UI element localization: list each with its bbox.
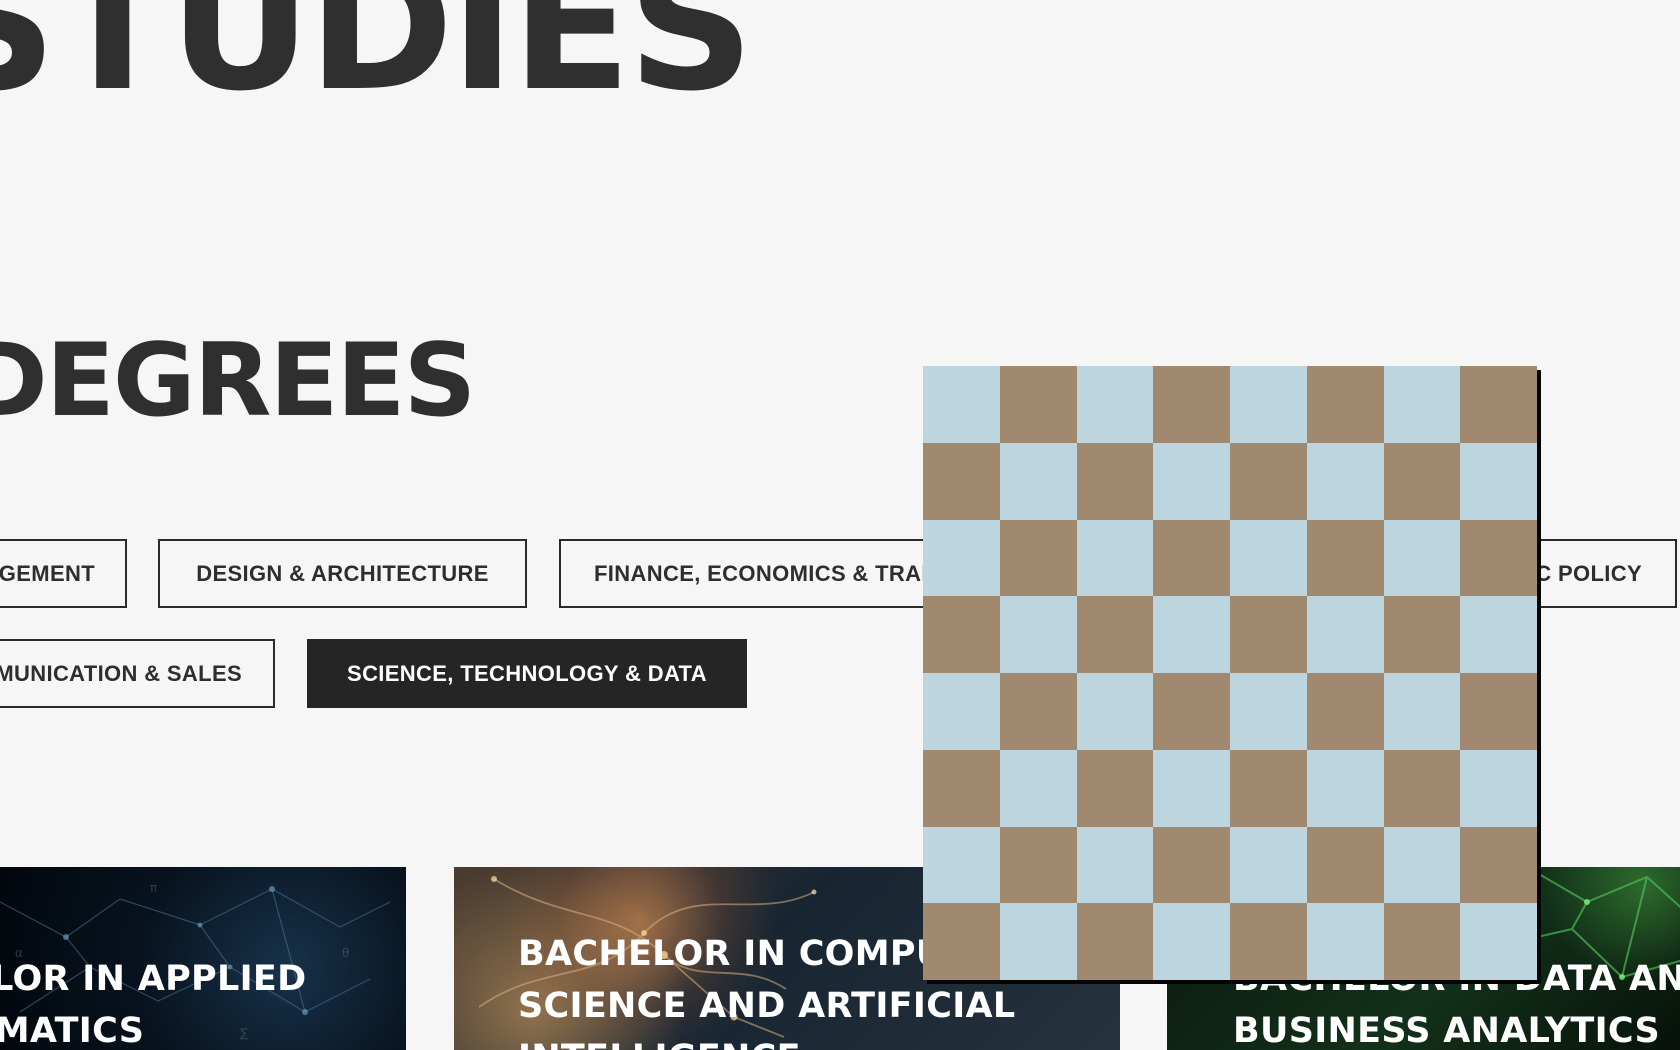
- checker-square: [923, 903, 1000, 980]
- checker-square: [1383, 903, 1461, 980]
- filter-design-architecture[interactable]: DESIGN & ARCHITECTURE: [158, 539, 527, 608]
- filter-science-technology-data[interactable]: SCIENCE, TECHNOLOGY & DATA: [307, 639, 747, 708]
- checker-square: [923, 749, 1000, 827]
- checker-square: [1306, 596, 1384, 673]
- card-title-line: BUSINESS ANALYTICS: [1233, 1011, 1661, 1050]
- checker-square: [1076, 366, 1154, 443]
- filter-communication-sales[interactable]: COMMUNICATION & SALES: [0, 639, 275, 708]
- checker-square: [1153, 673, 1230, 750]
- checker-square: [1460, 596, 1537, 673]
- svg-text:θ: θ: [342, 946, 349, 960]
- card-title-line: INTELLIGENCE: [518, 1038, 801, 1050]
- checker-square: [1383, 749, 1461, 827]
- checker-square: [1306, 366, 1384, 443]
- checker-square: [1153, 366, 1230, 443]
- checker-square: [1306, 673, 1384, 750]
- checker-square: [1306, 826, 1384, 904]
- page-heading: STUDIES: [0, 0, 754, 130]
- checker-square: [1306, 749, 1384, 827]
- degrees-page: STUDIES DEGREES MANAGEMENT DESIGN & ARCH…: [0, 0, 1680, 1050]
- program-card-applied-mathematics[interactable]: π θ ∑ α BACHELOR IN APPLIED MATHEMATICS: [0, 867, 406, 1050]
- checker-square: [1460, 519, 1537, 597]
- checkerboard-pattern: [923, 366, 1537, 980]
- checker-square: [1076, 826, 1154, 904]
- checker-square: [999, 903, 1077, 980]
- checkerboard-overlay: [923, 366, 1537, 980]
- checker-square: [1076, 442, 1154, 520]
- checker-square: [1383, 442, 1461, 520]
- checker-square: [1230, 749, 1307, 827]
- svg-text:π: π: [150, 881, 157, 895]
- checker-square: [1153, 596, 1230, 673]
- checker-square: [999, 519, 1077, 597]
- checker-square: [1460, 903, 1537, 980]
- checker-square: [1383, 366, 1461, 443]
- filter-management[interactable]: MANAGEMENT: [0, 539, 127, 608]
- checker-square: [923, 442, 1000, 520]
- checker-square: [1460, 673, 1537, 750]
- checker-square: [1153, 519, 1230, 597]
- checker-square: [923, 519, 1000, 597]
- checker-square: [1153, 903, 1230, 980]
- program-card-title: BACHELOR IN APPLIED MATHEMATICS: [0, 953, 306, 1050]
- checker-square: [999, 442, 1077, 520]
- checker-square: [1076, 903, 1154, 980]
- card-title-line: MATHEMATICS: [0, 1011, 145, 1050]
- card-title-line: BACHELOR IN APPLIED: [0, 959, 307, 999]
- checker-square: [1076, 673, 1154, 750]
- checker-square: [1076, 749, 1154, 827]
- checker-square: [1230, 442, 1307, 520]
- checker-square: [1230, 673, 1307, 750]
- checker-square: [999, 366, 1077, 443]
- checker-square: [1230, 826, 1307, 904]
- checker-square: [1383, 596, 1461, 673]
- checker-square: [1460, 826, 1537, 904]
- checker-square: [1306, 519, 1384, 597]
- checker-square: [1230, 366, 1307, 443]
- checker-square: [1153, 826, 1230, 904]
- checker-square: [1153, 442, 1230, 520]
- checker-square: [923, 673, 1000, 750]
- checker-square: [1306, 903, 1384, 980]
- checker-square: [923, 826, 1000, 904]
- checker-square: [1460, 442, 1537, 520]
- checker-square: [999, 596, 1077, 673]
- checker-square: [1460, 749, 1537, 827]
- checker-square: [1076, 596, 1154, 673]
- checker-square: [1383, 826, 1461, 904]
- checker-square: [923, 366, 1000, 443]
- degrees-section-heading: DEGREES: [0, 321, 476, 439]
- checker-square: [1230, 903, 1307, 980]
- checker-square: [1383, 673, 1461, 750]
- checker-square: [1230, 596, 1307, 673]
- card-title-line: SCIENCE AND ARTIFICIAL: [518, 986, 1016, 1026]
- checker-square: [923, 596, 1000, 673]
- checker-square: [1230, 519, 1307, 597]
- checker-square: [1153, 749, 1230, 827]
- checker-square: [999, 826, 1077, 904]
- checker-square: [999, 749, 1077, 827]
- checker-square: [1460, 366, 1537, 443]
- checker-square: [1383, 519, 1461, 597]
- checker-square: [1306, 442, 1384, 520]
- checker-square: [1076, 519, 1154, 597]
- checker-square: [999, 673, 1077, 750]
